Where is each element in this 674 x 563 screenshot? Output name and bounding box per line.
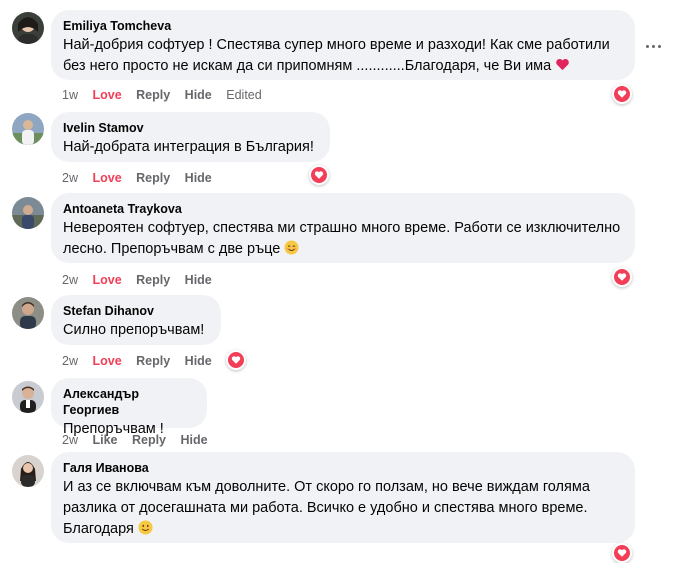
comment-text: И аз се включвам към доволните. От скоро… xyxy=(63,477,623,540)
love-button[interactable]: Love xyxy=(92,354,121,368)
comment-actions: 2w Love Reply Hide xyxy=(62,353,223,369)
reply-button[interactable]: Reply xyxy=(136,88,170,102)
hide-button[interactable]: Hide xyxy=(181,433,208,447)
avatar[interactable] xyxy=(12,297,44,329)
comment-timestamp[interactable]: 2w xyxy=(62,273,78,287)
avatar-image xyxy=(12,381,44,413)
heart-emoji-icon xyxy=(556,58,570,71)
avatar-image xyxy=(12,113,44,145)
avatar[interactable] xyxy=(12,113,44,145)
more-options-icon[interactable] xyxy=(643,36,663,56)
comment-author[interactable]: Stefan Dihanov xyxy=(63,303,209,319)
heart-icon xyxy=(614,269,630,285)
comment-timestamp[interactable]: 2w xyxy=(62,354,78,368)
comment-timestamp[interactable]: 1w xyxy=(62,88,78,102)
heart-icon xyxy=(614,545,630,561)
comment-timestamp[interactable]: 2w xyxy=(62,171,78,185)
comment-author[interactable]: Antoaneta Traykova xyxy=(63,201,623,217)
slightly-smiling-face-emoji-icon xyxy=(138,520,153,535)
comment-text-content: Невероятен софтуер, спестява ми страшно … xyxy=(63,220,625,257)
comment-text: Силно препоръчвам! xyxy=(63,322,205,338)
comment-author[interactable]: Emiliya Tomcheva xyxy=(63,18,623,34)
comment-bubble: Ivelin Stamov Най-добрата интеграция в Б… xyxy=(51,112,330,162)
comment-bubble: Antoaneta Traykova Невероятен софтуер, с… xyxy=(51,193,635,263)
hide-button[interactable]: Hide xyxy=(185,171,212,185)
heart-icon xyxy=(228,352,244,368)
avatar-image xyxy=(12,455,44,487)
avatar[interactable] xyxy=(12,381,44,413)
comment-text: Най-добрата интеграция в България! xyxy=(63,139,314,155)
comment-text: Невероятен софтуер, спестява ми страшно … xyxy=(63,218,623,260)
comment-author[interactable]: Галя Иванова xyxy=(63,460,623,476)
avatar[interactable] xyxy=(12,197,44,229)
comment-author[interactable]: Александър Георгиев xyxy=(63,386,195,418)
comment-actions: 1w Love Reply Hide Edited xyxy=(62,87,273,103)
heart-icon xyxy=(614,86,630,102)
love-reaction-badge[interactable] xyxy=(612,267,632,287)
love-reaction-badge[interactable] xyxy=(612,84,632,104)
avatar-image xyxy=(12,12,44,44)
hide-button[interactable]: Hide xyxy=(185,354,212,368)
comment-timestamp[interactable]: 2w xyxy=(62,433,78,447)
comment-bubble: Stefan Dihanov Силно препоръчвам! xyxy=(51,295,221,345)
like-button[interactable]: Like xyxy=(92,433,117,447)
hide-button[interactable]: Hide xyxy=(185,273,212,287)
comment-actions: 2w Love Reply Hide xyxy=(62,272,223,288)
comment-actions: 2w Love Reply Hide xyxy=(62,170,223,186)
hide-button[interactable]: Hide xyxy=(185,88,212,102)
edited-label[interactable]: Edited xyxy=(226,88,261,102)
comment-author[interactable]: Ivelin Stamov xyxy=(63,120,318,136)
comment-actions: 2w Like Reply Hide xyxy=(62,432,219,448)
love-button[interactable]: Love xyxy=(92,88,121,102)
love-button[interactable]: Love xyxy=(92,273,121,287)
comment-bubble: Emiliya Tomcheva Най-добрия софтуер ! Сп… xyxy=(51,10,635,80)
comment-text-content: Най-добрия софтуер ! Спестява супер мног… xyxy=(63,37,614,74)
comment-text: Най-добрия софтуер ! Спестява супер мног… xyxy=(63,35,623,77)
love-button[interactable]: Love xyxy=(92,171,121,185)
comment-bubble: Галя Иванова И аз се включвам към доволн… xyxy=(51,452,635,543)
reply-button[interactable]: Reply xyxy=(136,354,170,368)
reply-button[interactable]: Reply xyxy=(132,433,166,447)
avatar[interactable] xyxy=(12,12,44,44)
reply-button[interactable]: Reply xyxy=(136,171,170,185)
love-reaction-badge[interactable] xyxy=(226,350,246,370)
avatar-image xyxy=(12,297,44,329)
heart-icon xyxy=(311,167,327,183)
comment-bubble: Александър Георгиев Препоръчвам ! xyxy=(51,378,207,437)
smiling-face-emoji-icon xyxy=(284,240,299,255)
reply-button[interactable]: Reply xyxy=(136,273,170,287)
love-reaction-badge[interactable] xyxy=(612,543,632,563)
avatar[interactable] xyxy=(12,455,44,487)
avatar-image xyxy=(12,197,44,229)
love-reaction-badge[interactable] xyxy=(309,165,329,185)
